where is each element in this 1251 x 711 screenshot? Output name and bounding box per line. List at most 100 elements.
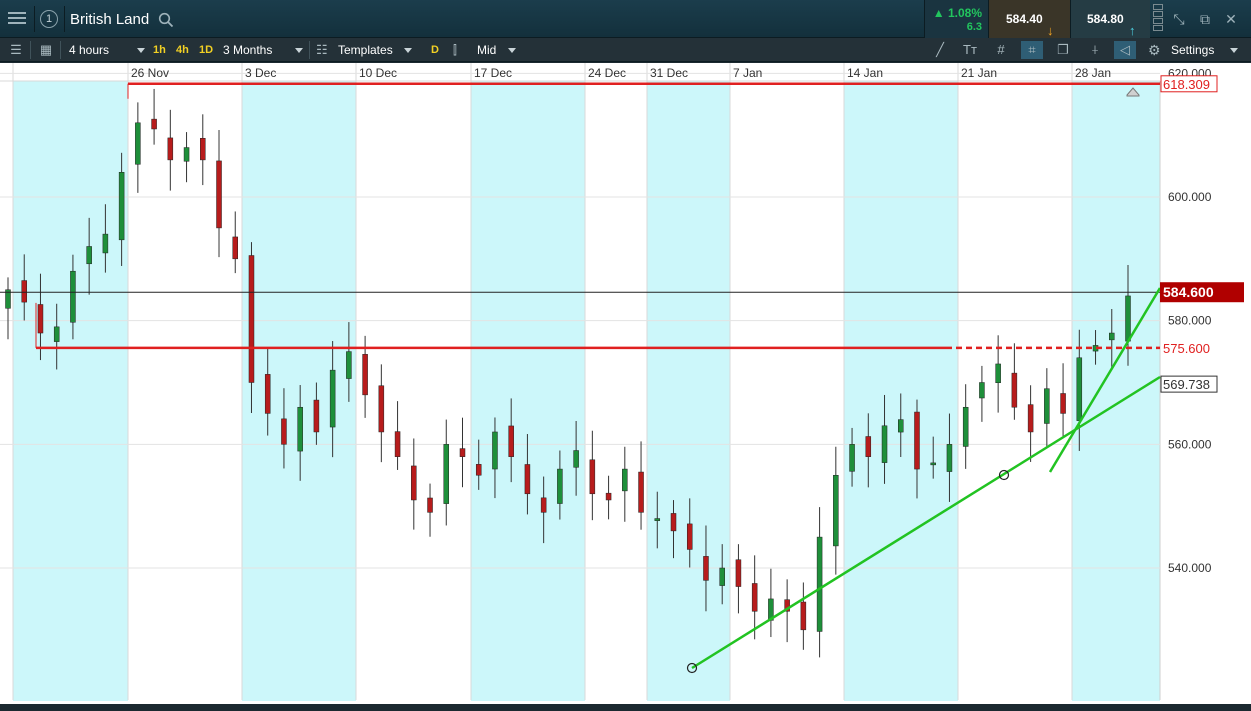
- bull-candle: [1109, 332, 1115, 341]
- x-tick-label: 7 Jan: [733, 66, 762, 80]
- bear-candle: [524, 464, 531, 495]
- sell-price-button[interactable]: 584.40 ↓: [988, 0, 1070, 38]
- layout-icon[interactable]: ▦: [37, 41, 55, 59]
- bull-candle: [118, 172, 125, 241]
- price-label-text: 618.309: [1163, 77, 1210, 92]
- change-absolute: 6.3: [966, 21, 982, 33]
- range-value: 3 Months: [223, 43, 273, 57]
- price-type-value: Mid: [477, 43, 497, 57]
- bull-candle: [183, 147, 190, 162]
- interval-1d-button[interactable]: 1D: [199, 38, 213, 62]
- bear-candle: [37, 304, 44, 334]
- divider: [309, 41, 310, 59]
- bear-candle: [459, 448, 466, 457]
- week-band: [1072, 81, 1160, 701]
- grid-icon[interactable]: #: [992, 41, 1010, 59]
- interval-4h-button[interactable]: 4h: [176, 38, 189, 62]
- x-tick-label: 28 Jan: [1075, 66, 1111, 80]
- bull-candle: [346, 351, 352, 379]
- title-bar: 1 British Land ▲ 1.08% 6.3 584.40 ↓ 584.…: [0, 0, 1251, 38]
- hamburger-menu-icon[interactable]: [6, 9, 28, 29]
- change-percent: ▲ 1.08%: [932, 6, 982, 20]
- chevron-down-icon: [295, 48, 303, 53]
- price-type-select[interactable]: ⫿ Mid: [453, 38, 519, 62]
- text-tool-icon[interactable]: Tт: [961, 41, 979, 59]
- bull-candle: [833, 475, 839, 547]
- bear-candle: [638, 471, 644, 513]
- bear-candle: [362, 354, 368, 396]
- buy-price-button[interactable]: 584.80 ↑: [1070, 0, 1150, 38]
- gear-icon: ⚙: [1148, 42, 1161, 58]
- interval-1h-button[interactable]: 1h: [153, 38, 166, 62]
- bull-candle: [979, 382, 985, 399]
- x-tick-label: 10 Dec: [359, 66, 397, 80]
- templates-label: Templates: [338, 43, 393, 57]
- list-icon[interactable]: ☰: [7, 41, 25, 59]
- bear-candle: [216, 160, 222, 229]
- bull-candle: [1044, 388, 1050, 424]
- chevron-down-icon: [508, 48, 516, 53]
- window-number-badge[interactable]: 1: [40, 10, 58, 28]
- pop-out-icon[interactable]: ⧉: [1196, 10, 1214, 28]
- crosshair-icon[interactable]: ⌗: [1021, 41, 1043, 59]
- tag-icon[interactable]: ◁: [1114, 41, 1136, 59]
- interval-value: 4 hours: [69, 43, 110, 57]
- sell-price: 584.40: [1006, 12, 1043, 26]
- week-band: [585, 81, 647, 701]
- chevron-down-icon: [137, 48, 145, 53]
- bull-candle: [898, 419, 904, 433]
- bull-candle: [573, 450, 579, 468]
- indicator-icon[interactable]: ⍭: [1086, 41, 1104, 59]
- week-band: [647, 81, 730, 701]
- bull-candle: [70, 270, 76, 323]
- depth-bars-icon[interactable]: [1153, 4, 1163, 34]
- bear-candle: [264, 374, 271, 414]
- bull-candle: [881, 425, 888, 463]
- bear-candle: [686, 523, 693, 550]
- instrument-title[interactable]: British Land: [70, 11, 149, 28]
- candlestick-icon: ⫿: [453, 43, 457, 57]
- price-change-box: ▲ 1.08% 6.3: [924, 0, 988, 38]
- bull-candle: [849, 444, 855, 472]
- d-badge[interactable]: D: [431, 38, 439, 62]
- bull-candle: [930, 462, 936, 466]
- range-select[interactable]: 3 Months: [223, 38, 305, 62]
- bear-candle: [751, 583, 758, 612]
- bull-candle: [492, 431, 498, 470]
- bear-candle: [281, 418, 287, 445]
- price-label-text: 575.600: [1163, 341, 1210, 356]
- bear-candle: [670, 513, 677, 532]
- bull-candle: [719, 567, 725, 586]
- draw-line-icon[interactable]: ╱: [931, 41, 949, 59]
- bull-candle: [962, 406, 969, 447]
- bear-candle: [1027, 404, 1034, 433]
- y-tick-label: 540.000: [1168, 561, 1212, 575]
- bear-candle: [151, 118, 157, 130]
- x-tick-label: 26 Nov: [131, 66, 169, 80]
- bear-candle: [540, 497, 547, 513]
- close-icon[interactable]: ✕: [1222, 10, 1240, 28]
- week-band: [128, 81, 242, 701]
- templates-icon: ☷: [316, 42, 328, 57]
- divider: [34, 6, 35, 32]
- chart-canvas[interactable]: 26 Nov 3 Dec 10 Dec 17 Dec 24 Dec 31 Dec 7 Jan…: [0, 63, 1251, 704]
- collapse-icon[interactable]: ⤡: [1170, 10, 1188, 28]
- bull-candle: [654, 518, 661, 521]
- search-icon[interactable]: [158, 12, 174, 28]
- bull-candle: [622, 468, 628, 492]
- settings-button[interactable]: ⚙ Settings: [1148, 38, 1246, 62]
- bear-candle: [378, 385, 385, 433]
- chart-window: 1 British Land ▲ 1.08% 6.3 584.40 ↓ 584.…: [0, 0, 1251, 711]
- templates-button[interactable]: ☷ Templates: [316, 38, 416, 62]
- interval-select[interactable]: 4 hours: [69, 38, 147, 62]
- bear-candle: [21, 280, 27, 303]
- bear-candle: [232, 236, 238, 260]
- price-chart[interactable]: 26 Nov 3 Dec 10 Dec 17 Dec 24 Dec 31 Dec 7 Jan…: [0, 63, 1251, 704]
- bull-candle: [1076, 357, 1083, 421]
- bottom-scrollbar[interactable]: [0, 704, 1251, 711]
- x-tick-label: 21 Jan: [961, 66, 997, 80]
- bear-candle: [1011, 372, 1018, 408]
- bull-candle: [995, 363, 1001, 384]
- bull-candle: [557, 468, 563, 504]
- copy-icon[interactable]: ❐: [1054, 41, 1072, 59]
